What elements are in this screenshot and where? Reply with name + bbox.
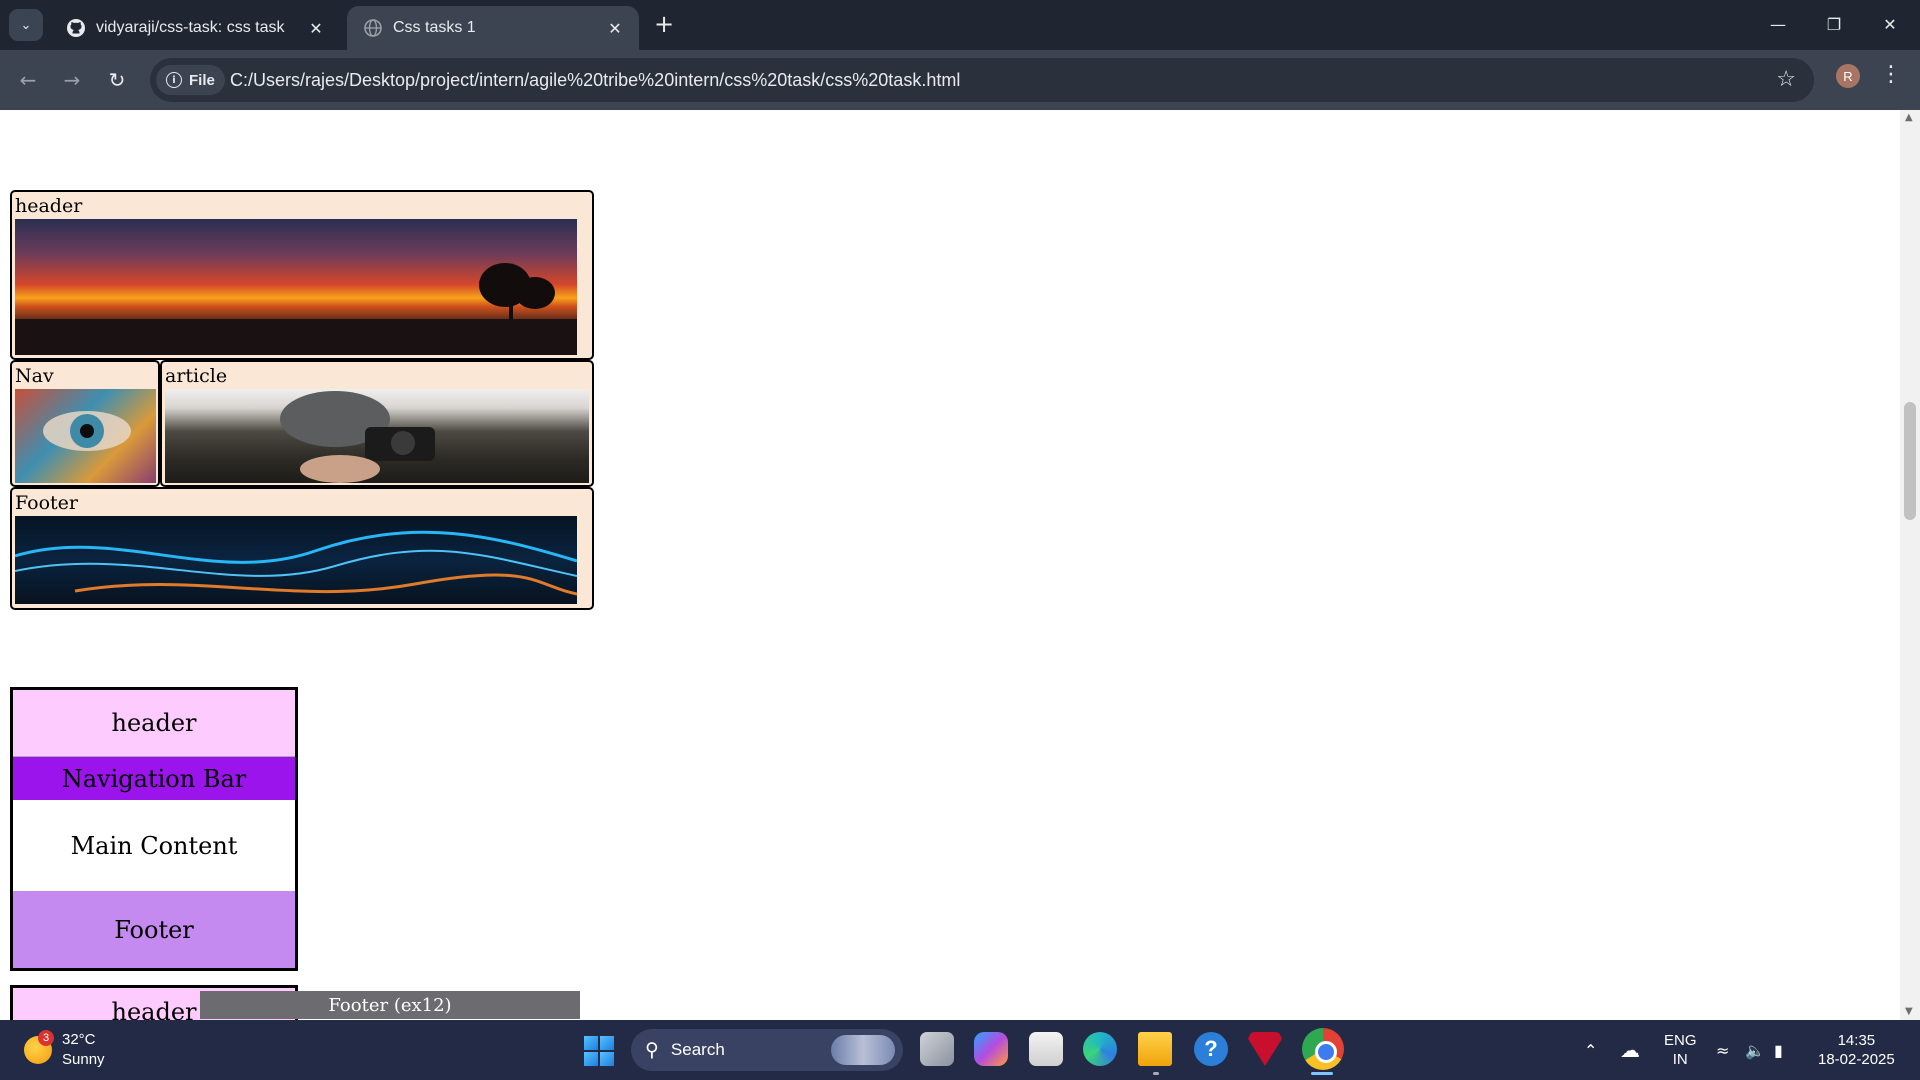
language-indicator[interactable]: ENG IN <box>1664 1020 1697 1080</box>
bookmark-star-icon[interactable]: ☆ <box>1776 67 1796 92</box>
search-highlight-image <box>831 1035 895 1065</box>
sunset-image <box>15 219 577 355</box>
clock-time: 14:35 <box>1837 1032 1876 1049</box>
reload-button[interactable]: ↻ <box>101 64 133 96</box>
browser-tab-bar: ⌄ vidyaraji/css-task: css task ✕ Css tas… <box>0 0 1920 50</box>
github-icon <box>67 19 85 37</box>
info-icon: i <box>166 72 182 88</box>
copilot-icon[interactable] <box>974 1032 1008 1066</box>
site-info-chip[interactable]: i File <box>156 65 225 95</box>
windows-start-icon[interactable] <box>584 1036 614 1066</box>
url-text[interactable]: C:/Users/rajes/Desktop/project/intern/ag… <box>230 70 960 91</box>
layout2-footer: Footer <box>13 891 295 968</box>
layout1-header-label: header <box>15 195 83 217</box>
clock-date: 18-02-2025 <box>1818 1051 1895 1068</box>
colorful-eye-image <box>15 389 156 483</box>
weather-description: Sunny <box>62 1051 105 1068</box>
scroll-down-arrow-icon[interactable]: ▼ <box>1905 1006 1913 1017</box>
layout1-nav-label: Nav <box>15 365 54 387</box>
get-help-icon[interactable]: ? <box>1194 1032 1228 1066</box>
globe-icon <box>364 19 382 37</box>
page-viewport: header Nav article Footer header Navigat… <box>0 110 1920 1020</box>
minimize-icon: — <box>1770 14 1786 34</box>
layout1-grid: header Nav article Footer <box>10 190 594 610</box>
tab-title: vidyaraji/css-task: css task <box>96 19 285 36</box>
scrollbar-thumb[interactable] <box>1904 402 1916 520</box>
browser-toolbar: ← → ↻ i File C:/Users/rajes/Desktop/proj… <box>0 50 1920 110</box>
volume-icon[interactable]: 🔈 <box>1745 1020 1765 1080</box>
reload-icon: ↻ <box>108 68 126 92</box>
active-app-indicator <box>1311 1072 1333 1075</box>
task-view-icon[interactable] <box>920 1032 954 1066</box>
restore-icon: ❐ <box>1826 14 1842 34</box>
tab-search-button[interactable]: ⌄ <box>9 9 43 41</box>
tree-silhouette <box>15 263 577 355</box>
sun-icon: 3 <box>24 1030 54 1064</box>
page-scrollbar[interactable]: ▲ ▼ <box>1900 110 1920 1020</box>
profile-avatar[interactable]: R <box>1836 64 1860 88</box>
region-code: IN <box>1672 1051 1688 1068</box>
scroll-up-arrow-icon[interactable]: ▲ <box>1905 112 1913 123</box>
clock[interactable]: 14:35 18-02-2025 <box>1818 1020 1895 1080</box>
layout2-nav-bar: Navigation Bar <box>13 757 295 800</box>
mcafee-icon[interactable] <box>1248 1032 1282 1066</box>
restore-button[interactable]: ❐ <box>1806 0 1862 48</box>
minimize-button[interactable]: — <box>1750 0 1806 48</box>
address-bar[interactable]: i File C:/Users/rajes/Desktop/project/in… <box>150 58 1814 102</box>
layout1-header: header <box>10 190 594 360</box>
search-icon: ⚲ <box>645 1039 659 1061</box>
layout1-nav: Nav <box>10 360 160 487</box>
windows-taskbar: 3 32°C Sunny ⚲ Search ? ⌃ ☁ ENG IN ≈ 🔈 ▮… <box>0 1020 1920 1080</box>
wifi-icon[interactable]: ≈ <box>1716 1020 1729 1080</box>
microsoft-store-icon[interactable] <box>1029 1032 1063 1066</box>
tab-title: Css tasks 1 <box>393 19 476 36</box>
weather-temperature: 32°C <box>62 1031 96 1048</box>
taskbar-search-label: Search <box>670 1040 725 1059</box>
layout2-header: header <box>13 690 295 757</box>
file-explorer-icon[interactable] <box>1138 1032 1172 1066</box>
site-info-label: File <box>189 71 215 89</box>
menu-kebab-icon[interactable]: ⋮ <box>1880 62 1902 87</box>
eye-graphic <box>43 411 131 451</box>
layout2-main-content: Main Content <box>13 800 295 891</box>
back-button[interactable]: ← <box>12 64 44 96</box>
layout1-article: article <box>160 360 594 487</box>
window-close-button[interactable]: ✕ <box>1862 0 1918 48</box>
layout1-footer: Footer <box>10 487 594 610</box>
close-icon[interactable]: ✕ <box>306 18 326 38</box>
battery-icon[interactable]: ▮ <box>1774 1020 1783 1080</box>
layout3-footer: Footer (ex12) <box>200 991 580 1019</box>
chevron-down-icon: ⌄ <box>20 17 32 33</box>
language-code: ENG <box>1664 1032 1697 1049</box>
digital-wave-image <box>15 516 577 604</box>
running-indicator <box>1153 1072 1159 1075</box>
onedrive-cloud-icon[interactable]: ☁ <box>1620 1020 1640 1080</box>
arrow-left-icon: ← <box>19 68 37 92</box>
notification-badge: 3 <box>38 1030 54 1046</box>
layout1-footer-label: Footer <box>15 492 78 514</box>
photographer-graphic <box>280 391 435 483</box>
new-tab-button[interactable]: + <box>650 10 678 38</box>
plus-icon: + <box>653 10 675 38</box>
show-hidden-icons-chevron-icon[interactable]: ⌃ <box>1584 1020 1597 1080</box>
close-icon: ✕ <box>1883 14 1897 34</box>
weather-widget[interactable]: 3 32°C Sunny <box>24 1030 105 1070</box>
layout2-box: header Navigation Bar Main Content Foote… <box>10 687 298 971</box>
layout1-article-label: article <box>165 365 228 387</box>
wave-graphic <box>15 530 577 596</box>
edge-browser-icon[interactable] <box>1083 1032 1117 1066</box>
tab-css-tasks[interactable]: Css tasks 1 ✕ <box>347 6 639 50</box>
tab-github[interactable]: vidyaraji/css-task: css task ✕ <box>50 6 340 50</box>
chrome-icon[interactable] <box>1302 1028 1344 1070</box>
arrow-right-icon: → <box>63 68 81 92</box>
close-icon[interactable]: ✕ <box>605 18 625 38</box>
forward-button[interactable]: → <box>56 64 88 96</box>
taskbar-search-box[interactable]: ⚲ Search <box>631 1029 903 1071</box>
photographer-image <box>165 389 589 483</box>
